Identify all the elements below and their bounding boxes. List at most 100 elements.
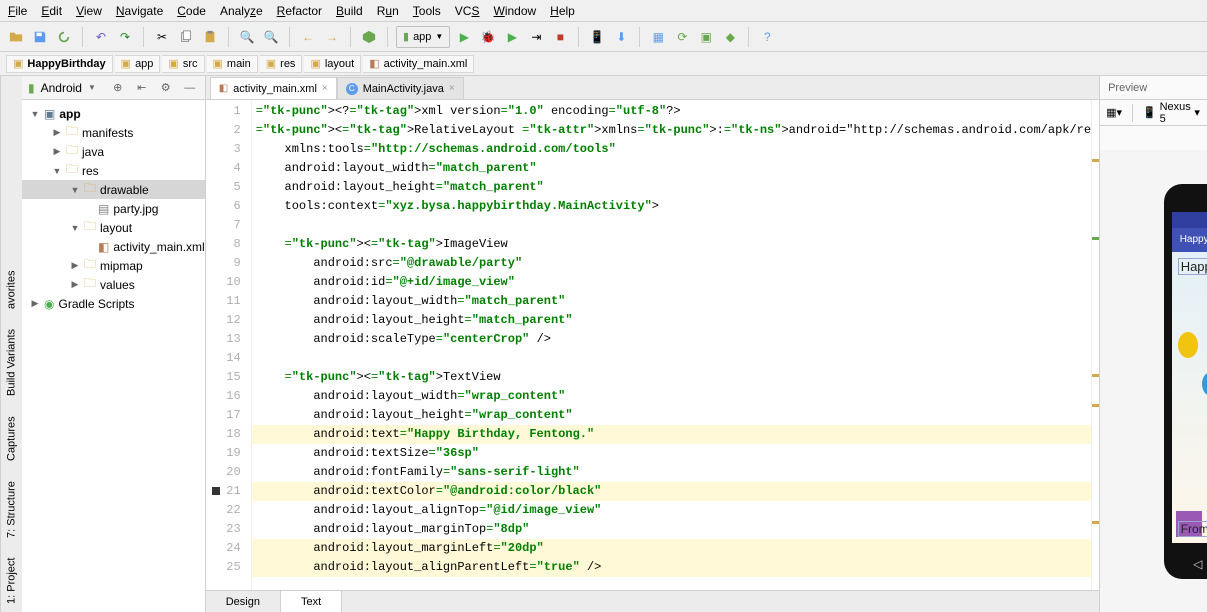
editor-tab-activity-main[interactable]: ◧ activity_main.xml × <box>210 77 337 99</box>
breadcrumb[interactable]: ▣layout <box>304 55 361 73</box>
menu-analyze[interactable]: Analyze <box>220 4 263 18</box>
menu-navigate[interactable]: Navigate <box>116 4 163 18</box>
editor-tabs: ◧ activity_main.xml × C MainActivity.jav… <box>206 76 1099 100</box>
tree-node-app[interactable]: ▼▣app <box>22 104 205 123</box>
back-button[interactable]: ← <box>298 27 318 47</box>
breadcrumb[interactable]: ▣src <box>162 55 204 73</box>
menu-bar: File Edit View Navigate Code Analyze Ref… <box>0 0 1207 22</box>
xml-icon: ◧ <box>219 83 228 94</box>
folder-icon: 🗀 <box>84 179 96 200</box>
folder-icon: ▣ <box>168 57 178 70</box>
tab-favorites[interactable]: avorites <box>6 270 18 309</box>
folder-icon: ▣ <box>121 57 131 70</box>
menu-build[interactable]: Build <box>336 4 363 18</box>
java-class-icon: C <box>346 83 358 95</box>
status-bar: ▲▮6:00 <box>1172 212 1207 228</box>
sync-gradle-button[interactable]: ⟳ <box>672 27 692 47</box>
run-config-label: app <box>413 31 431 43</box>
preview-textview-top[interactable]: Happy Birthday, Fentong. <box>1178 258 1207 275</box>
undo-button[interactable]: ↶ <box>91 27 111 47</box>
open-button[interactable] <box>6 27 26 47</box>
replace-button[interactable]: 🔍 <box>261 27 281 47</box>
run-coverage-button[interactable]: ▶ <box>502 27 522 47</box>
close-icon[interactable]: × <box>449 83 455 94</box>
render-config-button[interactable]: ▦▾ <box>1106 106 1122 119</box>
copy-button[interactable] <box>176 27 196 47</box>
make-button[interactable] <box>359 27 379 47</box>
project-panel: ▮ Android ▼ ⊕ ⇤ ⚙ — ▼▣app ▶🗀manifests ▶🗀… <box>22 76 206 612</box>
paste-button[interactable] <box>200 27 220 47</box>
collapse-icon[interactable]: ⇤ <box>133 79 151 97</box>
breadcrumb[interactable]: ▣res <box>260 55 303 73</box>
menu-window[interactable]: Window <box>493 4 536 18</box>
menu-file[interactable]: File <box>8 4 27 18</box>
tree-node-activity-main[interactable]: ◧activity_main.xml <box>22 237 205 256</box>
close-icon[interactable]: × <box>322 83 328 94</box>
help-button[interactable]: ? <box>757 27 777 47</box>
menu-code[interactable]: Code <box>177 4 206 18</box>
nav-breadcrumbs: ▣HappyBirthday ▣app ▣src ▣main ▣res ▣lay… <box>0 52 1207 76</box>
redo-button[interactable]: ↷ <box>115 27 135 47</box>
breadcrumb[interactable]: ◧activity_main.xml <box>363 55 474 73</box>
tab-project[interactable]: 1: Project <box>6 558 18 604</box>
settings-icon[interactable]: ⚙ <box>157 79 175 97</box>
hide-icon[interactable]: — <box>181 79 199 97</box>
attach-debugger-button[interactable]: ⇥ <box>526 27 546 47</box>
tree-node-res[interactable]: ▼🗀res <box>22 161 205 180</box>
breadcrumb[interactable]: ▣HappyBirthday <box>6 55 113 73</box>
menu-vcs[interactable]: VCS <box>455 4 480 18</box>
menu-edit[interactable]: Edit <box>41 4 62 18</box>
preview-textview-bottom[interactable]: From Linda <box>1178 521 1207 537</box>
tree-node-values[interactable]: ▶🗀values <box>22 275 205 294</box>
autoscroll-icon[interactable]: ⊕ <box>109 79 127 97</box>
save-button[interactable] <box>30 27 50 47</box>
folder-icon: 🗀 <box>66 160 78 181</box>
preview-canvas[interactable]: ▲▮6:00 Happy Birthday <box>1100 150 1207 612</box>
menu-view[interactable]: View <box>76 4 102 18</box>
menu-tools[interactable]: Tools <box>413 4 441 18</box>
preview-zoom-bar: ⊕ ⊕ ⊕ <box>1100 126 1207 150</box>
sdk-button[interactable]: ⬇ <box>611 27 631 47</box>
run-config-combo[interactable]: ▮ app ▼ <box>396 26 450 48</box>
menu-refactor[interactable]: Refactor <box>277 4 322 18</box>
tab-captures[interactable]: Captures <box>6 416 18 461</box>
stop-button[interactable]: ■ <box>550 27 570 47</box>
tab-design[interactable]: Design <box>206 591 281 612</box>
layout-inspector-button[interactable]: ▣ <box>696 27 716 47</box>
device-combo[interactable]: 📱 Nexus 5▾ <box>1143 101 1200 125</box>
tree-node-java[interactable]: ▶🗀java <box>22 142 205 161</box>
editor-body[interactable]: 1234567891011121314151617181920 21 22232… <box>206 100 1099 590</box>
tree-node-layout[interactable]: ▼🗀layout <box>22 218 205 237</box>
find-button[interactable]: 🔍 <box>237 27 257 47</box>
android-icon-button[interactable]: ◆ <box>720 27 740 47</box>
project-tree[interactable]: ▼▣app ▶🗀manifests ▶🗀java ▼🗀res ▼🗀drawabl… <box>22 100 205 317</box>
sync-button[interactable] <box>54 27 74 47</box>
image-file-icon: ▤ <box>98 202 109 216</box>
debug-button[interactable]: 🐞 <box>478 27 498 47</box>
breadcrumb[interactable]: ▣app <box>115 55 161 73</box>
cut-button[interactable]: ✂ <box>152 27 172 47</box>
tree-node-gradle[interactable]: ▶◉Gradle Scripts <box>22 294 205 313</box>
tree-node-drawable[interactable]: ▼🗀drawable <box>22 180 205 199</box>
tree-node-manifests[interactable]: ▶🗀manifests <box>22 123 205 142</box>
gutter[interactable]: 1234567891011121314151617181920 21 22232… <box>206 100 252 590</box>
breadcrumb[interactable]: ▣main <box>207 55 258 73</box>
error-stripe[interactable] <box>1091 100 1099 590</box>
tree-node-mipmap[interactable]: ▶🗀mipmap <box>22 256 205 275</box>
tab-structure[interactable]: 7: Structure <box>6 481 18 538</box>
project-structure-button[interactable]: ▦ <box>648 27 668 47</box>
avd-button[interactable]: 📱 <box>587 27 607 47</box>
folder-icon: 🗀 <box>66 141 78 162</box>
code-area[interactable]: ="tk-punc"><?="tk-tag">xml version="1.0"… <box>252 100 1091 590</box>
editor-bottom-tabs: Design Text <box>206 590 1099 612</box>
project-view-mode[interactable]: Android <box>41 81 82 95</box>
run-button[interactable]: ▶ <box>454 27 474 47</box>
editor-tab-main-activity[interactable]: C MainActivity.java × <box>337 77 464 99</box>
breakpoint-icon[interactable] <box>212 487 220 495</box>
menu-help[interactable]: Help <box>550 4 575 18</box>
forward-button[interactable]: → <box>322 27 342 47</box>
tab-text[interactable]: Text <box>281 591 342 612</box>
menu-run[interactable]: Run <box>377 4 399 18</box>
tree-node-party[interactable]: ▤party.jpg <box>22 199 205 218</box>
tab-build-variants[interactable]: Build Variants <box>6 329 18 396</box>
